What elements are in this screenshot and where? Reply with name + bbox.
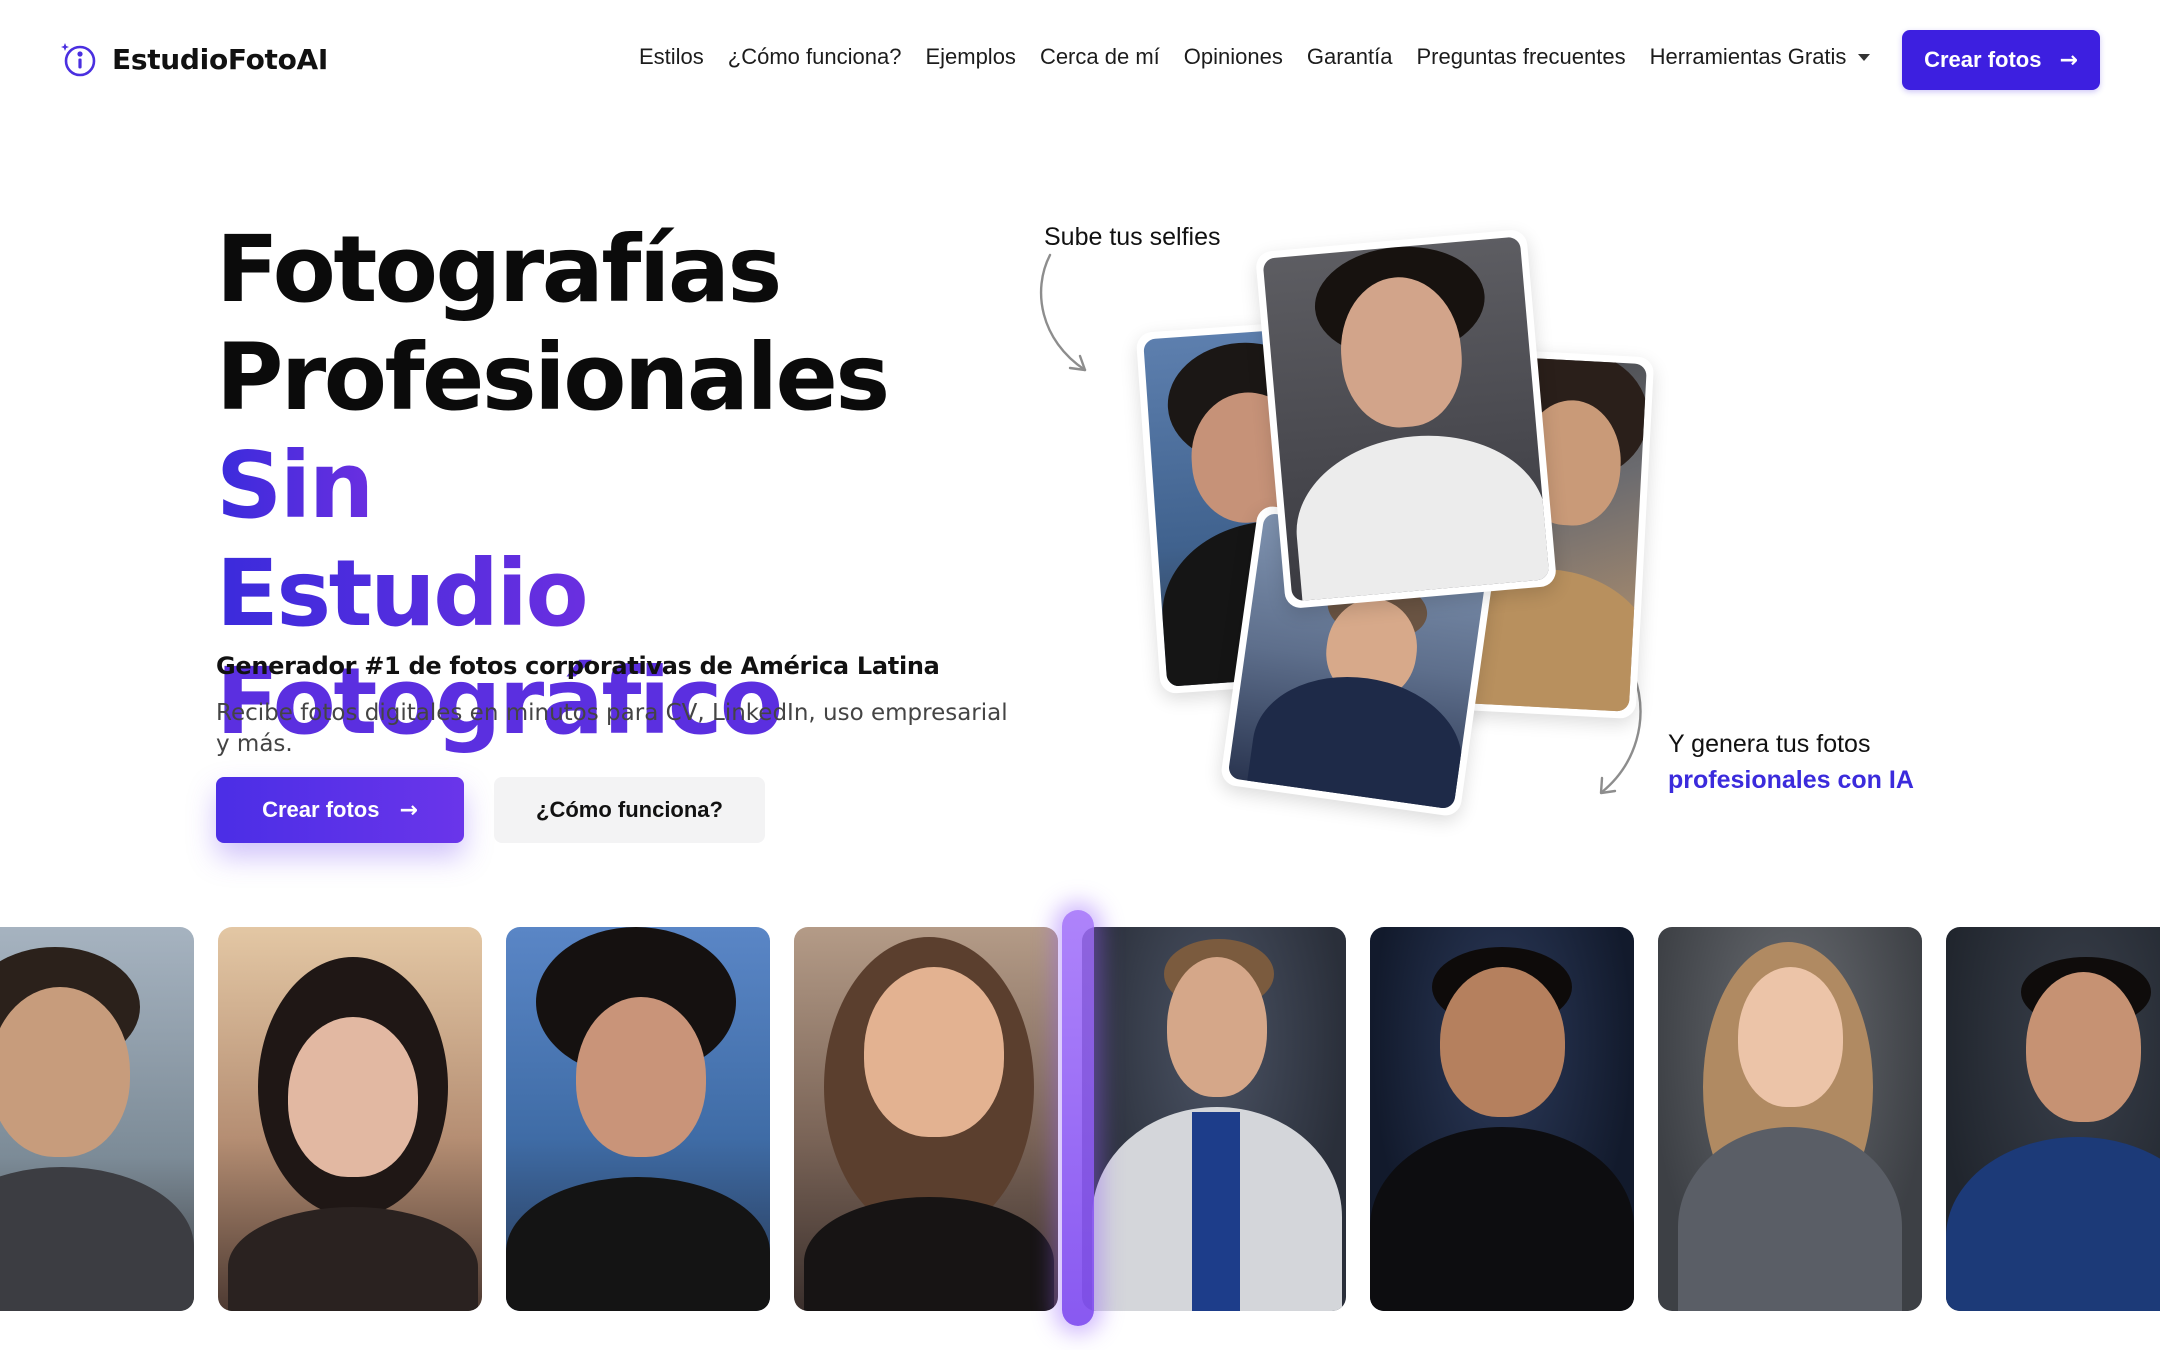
example-selfie-tile (506, 927, 770, 1311)
caret-down-icon (1858, 53, 1871, 61)
nav-preguntas-frecuentes[interactable]: Preguntas frecuentes (1416, 44, 1625, 70)
brand-logo[interactable]: EstudioFotoAI (60, 40, 328, 78)
nav-garantia[interactable]: Garantía (1307, 44, 1393, 70)
example-professional-tile (1946, 927, 2160, 1311)
hero-how-it-works-button[interactable]: ¿Cómo funciona? (494, 777, 765, 843)
hero-secondary-label: ¿Cómo funciona? (536, 797, 723, 822)
header-cta-label: Crear fotos (1924, 47, 2042, 72)
site-header: EstudioFotoAI Estilos ¿Cómo funciona? Ej… (0, 0, 2160, 122)
generate-label-line2: profesionales con IA (1668, 766, 1914, 794)
nav-como-funciona[interactable]: ¿Cómo funciona? (728, 44, 902, 70)
example-selfie-tile (0, 927, 194, 1311)
nav-estilos[interactable]: Estilos (639, 44, 704, 70)
hero-title-line2b: Sin (216, 432, 374, 539)
hero-title-line1: Fotografías (216, 216, 782, 323)
generate-label-line1: Y genera tus fotos (1668, 730, 1871, 758)
nav-ejemplos[interactable]: Ejemplos (925, 44, 1015, 70)
hero-primary-label: Crear fotos (262, 797, 380, 822)
upload-selfies-label: Sube tus selfies (1044, 223, 1221, 251)
example-professional-tile (1658, 927, 1922, 1311)
selfie-card-front (1254, 228, 1558, 610)
hero-title-line2a: Profesionales (216, 324, 890, 431)
arrow-right-icon: → (399, 797, 418, 823)
nav-herramientas-label: Herramientas Gratis (1649, 44, 1847, 69)
nav-cerca-de-mi[interactable]: Cerca de mí (1040, 44, 1160, 70)
arrow-right-icon: → (2059, 47, 2078, 73)
hero-subtitle: Generador #1 de fotos corporativas de Am… (216, 652, 940, 680)
before-after-divider[interactable] (1062, 910, 1094, 1326)
example-professional-tile (1082, 927, 1346, 1311)
example-selfie-tile (218, 927, 482, 1311)
generate-photos-label: Y genera tus fotos profesionales con IA (1668, 726, 1914, 798)
brand-name: EstudioFotoAI (112, 42, 329, 76)
curved-arrow-down-icon (1039, 253, 1087, 372)
hero-create-photos-button[interactable]: Crear fotos → (216, 777, 464, 843)
sparkle-circle-logo-icon (60, 40, 98, 78)
hero-title-line3: Estudio (216, 540, 589, 647)
nav-herramientas-dropdown[interactable]: Herramientas Gratis (1650, 44, 1871, 70)
hero-description: Recibe fotos digitales en minutos para C… (216, 700, 1008, 757)
example-selfie-tile (794, 927, 1058, 1311)
main-nav: Estilos ¿Cómo funciona? Ejemplos Cerca d… (639, 44, 1871, 70)
header-create-photos-button[interactable]: Crear fotos → (1902, 30, 2100, 90)
nav-opiniones[interactable]: Opiniones (1184, 44, 1283, 70)
selfie-photo (1262, 236, 1550, 602)
example-professional-tile (1370, 927, 1634, 1311)
